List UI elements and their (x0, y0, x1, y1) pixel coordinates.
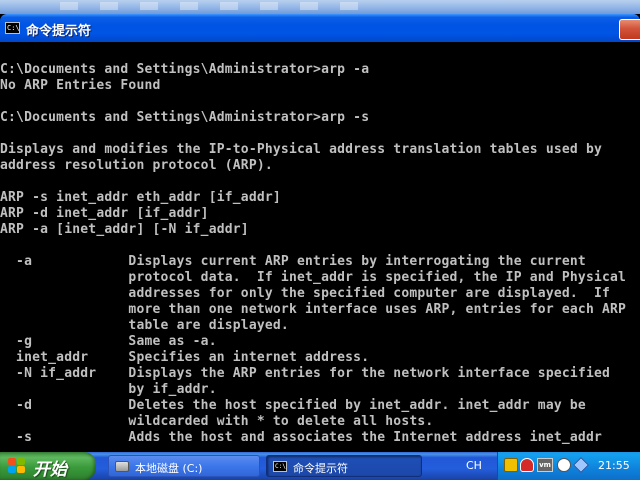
console-line: more than one network interface uses ARP… (0, 302, 627, 317)
console-line: -s Adds the host and associates the Inte… (0, 430, 602, 445)
console-line: ARP -a [inet_addr] [-N if_addr] (0, 222, 249, 237)
console-line: -g Same as -a. (0, 334, 217, 349)
console-line: No ARP Entries Found (0, 78, 161, 93)
cmd-icon: C:\ (273, 461, 287, 472)
close-button[interactable] (619, 19, 640, 40)
console-lines: C:\Documents and Settings\Administrator>… (0, 62, 626, 446)
console-line: ARP -s inet_addr eth_addr [if_addr] (0, 190, 281, 205)
sound-icon[interactable] (557, 458, 571, 472)
taskbar: 开始 本地磁盘 (C:) C:\ 命令提示符 CH vm 21:55 (0, 452, 640, 480)
cmd-icon[interactable]: C:\ (5, 22, 20, 34)
taskbar-button-label: 本地磁盘 (C:) (135, 462, 203, 475)
input-method-icon[interactable] (504, 458, 518, 472)
desktop: C:\ 命令提示符 C:\Documents and Settings\Admi… (0, 0, 640, 480)
taskbar-button-local-disk[interactable]: 本地磁盘 (C:) (108, 455, 260, 477)
console-line: inet_addr Specifies an internet address. (0, 350, 370, 365)
console-line: protocol data. If inet_addr is specified… (0, 270, 627, 285)
start-label: 开始 (33, 460, 67, 480)
clock[interactable]: 21:55 (598, 459, 630, 472)
console-line: wildcarded with * to delete all hosts. (0, 414, 434, 429)
console-line: ARP -d inet_addr [if_addr] (0, 206, 209, 221)
command-prompt-window[interactable]: C:\ 命令提示符 C:\Documents and Settings\Admi… (0, 14, 640, 452)
vmware-icon[interactable]: vm (537, 458, 553, 472)
console-line: C:\Documents and Settings\Administrator>… (0, 62, 370, 77)
console-line: table are displayed. (0, 318, 289, 333)
console-line: addresses for only the specified compute… (0, 286, 611, 301)
system-tray: vm 21:55 (497, 452, 640, 480)
console-line: by if_addr. (0, 382, 217, 397)
console-output[interactable]: C:\Documents and Settings\Administrator>… (0, 42, 640, 452)
taskbar-button-command-prompt[interactable]: C:\ 命令提示符 (266, 455, 422, 477)
language-indicator[interactable]: CH (466, 459, 482, 472)
window-titlebar[interactable]: C:\ 命令提示符 (0, 14, 640, 42)
console-line: address resolution protocol (ARP). (0, 158, 273, 173)
taskbar-button-label: 命令提示符 (293, 462, 348, 475)
windows-logo-icon (8, 458, 26, 474)
desktop-wallpaper-strip (0, 0, 640, 14)
security-alert-icon[interactable] (520, 458, 534, 472)
window-title: 命令提示符 (26, 24, 92, 39)
console-line: -d Deletes the host specified by inet_ad… (0, 398, 586, 413)
console-line: -a Displays current ARP entries by inter… (0, 254, 586, 269)
console-line: Displays and modifies the IP-to-Physical… (0, 142, 602, 157)
start-button[interactable]: 开始 (0, 452, 96, 480)
console-line: C:\Documents and Settings\Administrator>… (0, 110, 370, 125)
console-line: -N if_addr Displays the ARP entries for … (0, 366, 611, 381)
disk-icon (115, 461, 129, 472)
network-icon[interactable] (573, 457, 589, 473)
